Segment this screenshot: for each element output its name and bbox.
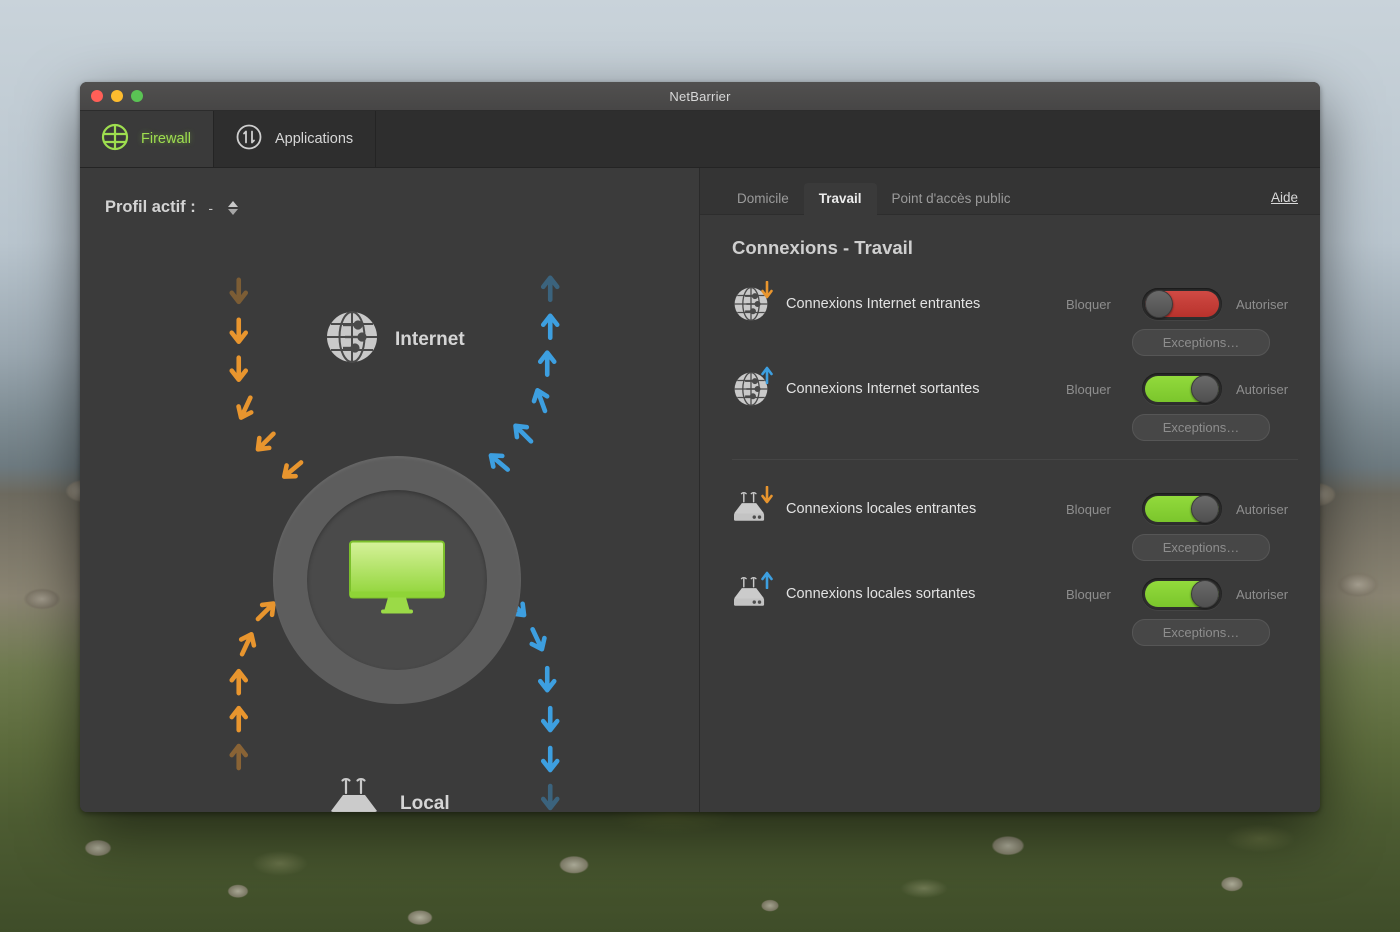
exceptions-button-internet-outbound[interactable]: Exceptions… [1132,414,1270,441]
page-title: Connexions - Travail [732,237,913,258]
connection-row-local-inbound: Connexions locales entrantes Bloquer Aut… [732,485,1298,561]
row-icon-internet-inbound [732,280,778,323]
block-label: Bloquer [1066,586,1111,602]
toggle-internet-outbound[interactable] [1142,373,1222,405]
allow-label: Autoriser [1236,381,1289,397]
applications-icon [234,122,264,157]
allow-label: Autoriser [1236,296,1289,312]
globe-icon [323,308,381,371]
inbound-internet-arrows [232,280,306,482]
firewall-diagram-pane: Profil actif : - Internet Local [80,168,700,812]
tab-travail[interactable]: Travail [803,183,877,215]
connection-name: Connexions locales sortantes [786,586,976,602]
connection-row-internet-inbound: Connexions Internet entrantes Bloquer Au… [732,280,1298,356]
inbound-arrow-icon [760,485,774,509]
profile-tabs: Domicile Travail Point d'accès public Ai… [700,168,1320,215]
block-label: Bloquer [1066,501,1111,517]
diagram-node-local-label: Local [400,792,450,813]
toggle-knob [1191,375,1219,403]
tab-applications[interactable]: Applications [214,111,377,167]
diagram-node-internet-label: Internet [395,328,465,350]
row-icon-local-outbound [732,571,778,613]
toggle-knob [1191,580,1219,608]
toolbar-filler [376,111,1320,167]
connections-body: Connexions - Travail Connexions Internet… [700,215,1320,812]
block-label: Bloquer [1066,381,1111,397]
toggle-knob [1191,495,1219,523]
connection-row-local-outbound: Connexions locales sortantes Bloquer Aut… [732,571,1298,646]
tab-domicile[interactable]: Domicile [722,183,804,215]
toggle-local-outbound[interactable] [1142,578,1222,610]
outbound-internet-arrows [486,278,557,475]
window-title: NetBarrier [669,88,731,104]
block-label: Bloquer [1066,296,1111,312]
row-icon-internet-outbound [732,366,778,408]
connections-group-local: Connexions locales entrantes Bloquer Aut… [732,459,1298,646]
exceptions-button-local-outbound[interactable]: Exceptions… [1132,619,1270,646]
connections-group-internet: Connexions Internet entrantes Bloquer Au… [732,280,1298,441]
toolbar: Firewall Applications [80,111,1320,168]
exceptions-button-internet-inbound[interactable]: Exceptions… [1132,329,1270,356]
diagram-node-internet: Internet [323,308,465,371]
toggle-knob [1145,290,1173,318]
connection-name: Connexions locales entrantes [786,501,977,517]
connection-name: Connexions Internet entrantes [786,296,981,312]
outbound-arrow-icon [760,366,774,389]
tab-applications-label: Applications [274,131,354,147]
tab-firewall-label: Firewall [141,131,191,147]
tab-firewall[interactable]: Firewall [80,111,214,167]
row-icon-local-inbound [732,485,778,528]
window-titlebar: NetBarrier [80,82,1320,111]
netbarrier-window: NetBarrier Firewall Applications Profil … [80,82,1320,812]
router-icon [328,775,386,812]
inbound-arrow-icon [760,280,774,304]
exceptions-button-local-inbound[interactable]: Exceptions… [1132,534,1270,561]
allow-label: Autoriser [1236,501,1289,517]
connection-name: Connexions Internet sortantes [786,381,980,397]
firewall-icon [100,122,130,157]
mac-computer-icon [346,540,448,621]
connection-row-internet-outbound: Connexions Internet sortantes Bloquer Au… [732,366,1298,441]
diagram-node-local: Local [328,775,450,812]
connections-pane: Domicile Travail Point d'accès public Ai… [700,168,1320,812]
window-content: Profil actif : - Internet Local Domicile… [80,168,1320,812]
tab-point-acces-public[interactable]: Point d'accès public [877,183,1026,215]
toggle-internet-inbound[interactable] [1142,288,1222,320]
toggle-local-inbound[interactable] [1142,493,1222,525]
diagram-center-hub [273,456,521,704]
wallpaper-stones [0,812,1400,932]
help-link[interactable]: Aide [1271,190,1298,214]
outbound-arrow-icon [760,571,774,594]
allow-label: Autoriser [1236,586,1289,602]
